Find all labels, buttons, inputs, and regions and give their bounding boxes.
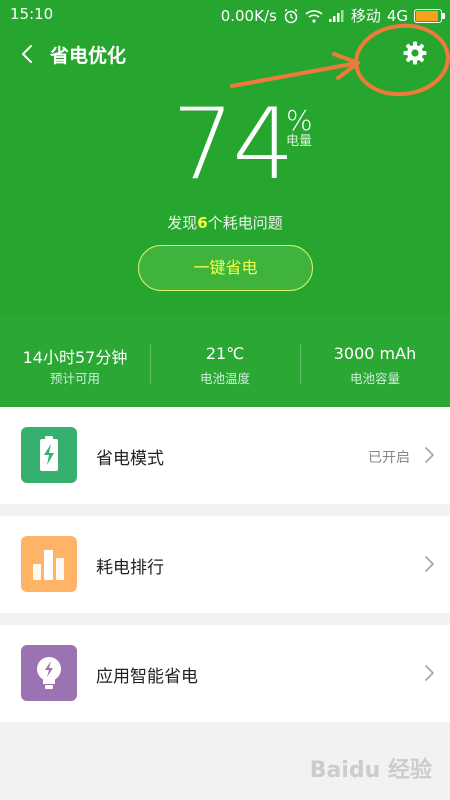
stat-label: 电池温度 bbox=[199, 371, 250, 386]
status-bar: 15:10 0.00K/s 移动 4G bbox=[0, 0, 450, 28]
wifi-icon bbox=[305, 9, 323, 23]
stat-value: 21℃ bbox=[205, 344, 245, 363]
title-bar: 省电优化 bbox=[0, 32, 450, 76]
network-type: 4G bbox=[386, 6, 408, 25]
power-saver-screen: 15:10 0.00K/s 移动 4G 省电优化 74 % 电量 发现6个耗电问… bbox=[0, 0, 450, 800]
stat-label: 电池容量 bbox=[349, 371, 400, 386]
status-icons: 0.00K/s 移动 4G bbox=[220, 5, 445, 26]
stat-temperature: 21℃ 电池温度 bbox=[150, 316, 300, 407]
issues-prefix: 发现 bbox=[167, 214, 198, 232]
lightbulb-icon bbox=[21, 645, 77, 701]
list-item-label: 耗电排行 bbox=[96, 558, 164, 578]
issues-suffix: 个耗电问题 bbox=[207, 214, 283, 232]
stat-divider bbox=[300, 344, 301, 384]
status-time: 15:10 bbox=[10, 5, 54, 23]
carrier-name: 移动 bbox=[350, 7, 381, 25]
stat-label: 预计可用 bbox=[49, 371, 100, 386]
stat-divider bbox=[150, 344, 151, 384]
signal-icon bbox=[328, 9, 345, 22]
issues-text: 发现6个耗电问题 bbox=[0, 212, 450, 233]
issues-count: 6 bbox=[197, 214, 208, 232]
list-item-power-saving-mode[interactable]: 省电模式 已开启 bbox=[0, 407, 450, 504]
battery-charge-icon bbox=[21, 427, 77, 483]
one-tap-optimize-button[interactable]: 一键省电 bbox=[138, 245, 313, 291]
battery-level-label: 电量 bbox=[286, 134, 313, 149]
settings-gear-icon[interactable] bbox=[400, 38, 430, 68]
chevron-right-icon bbox=[422, 445, 436, 465]
stat-capacity: 3000 mAh 电池容量 bbox=[300, 316, 450, 407]
chevron-right-icon bbox=[422, 663, 436, 683]
page-title: 省电优化 bbox=[50, 45, 127, 67]
chevron-right-icon bbox=[422, 554, 436, 574]
stat-value: 3000 mAh bbox=[333, 344, 417, 363]
list-item-status: 已开启 bbox=[368, 450, 410, 466]
header-area: 15:10 0.00K/s 移动 4G 省电优化 74 % 电量 发现6个耗电问… bbox=[0, 0, 450, 407]
list-item-smart-app-saving[interactable]: 应用智能省电 bbox=[0, 625, 450, 722]
battery-level: 74 bbox=[172, 88, 295, 202]
watermark: Baidu 经验 bbox=[309, 758, 432, 783]
battery-stats: 14小时57分钟 预计可用 21℃ 电池温度 3000 mAh 电池容量 bbox=[0, 316, 450, 407]
stat-value: 14小时57分钟 bbox=[22, 348, 128, 367]
status-battery-icon bbox=[414, 8, 445, 23]
net-speed: 0.00K/s bbox=[220, 6, 277, 25]
back-arrow-icon[interactable] bbox=[14, 40, 42, 68]
bar-chart-icon bbox=[21, 536, 77, 592]
stat-remaining-time: 14小时57分钟 预计可用 bbox=[0, 316, 150, 407]
alarm-icon bbox=[283, 8, 299, 24]
list-item-power-ranking[interactable]: 耗电排行 bbox=[0, 516, 450, 613]
list-item-label: 应用智能省电 bbox=[96, 667, 198, 687]
list-item-label: 省电模式 bbox=[96, 449, 164, 469]
